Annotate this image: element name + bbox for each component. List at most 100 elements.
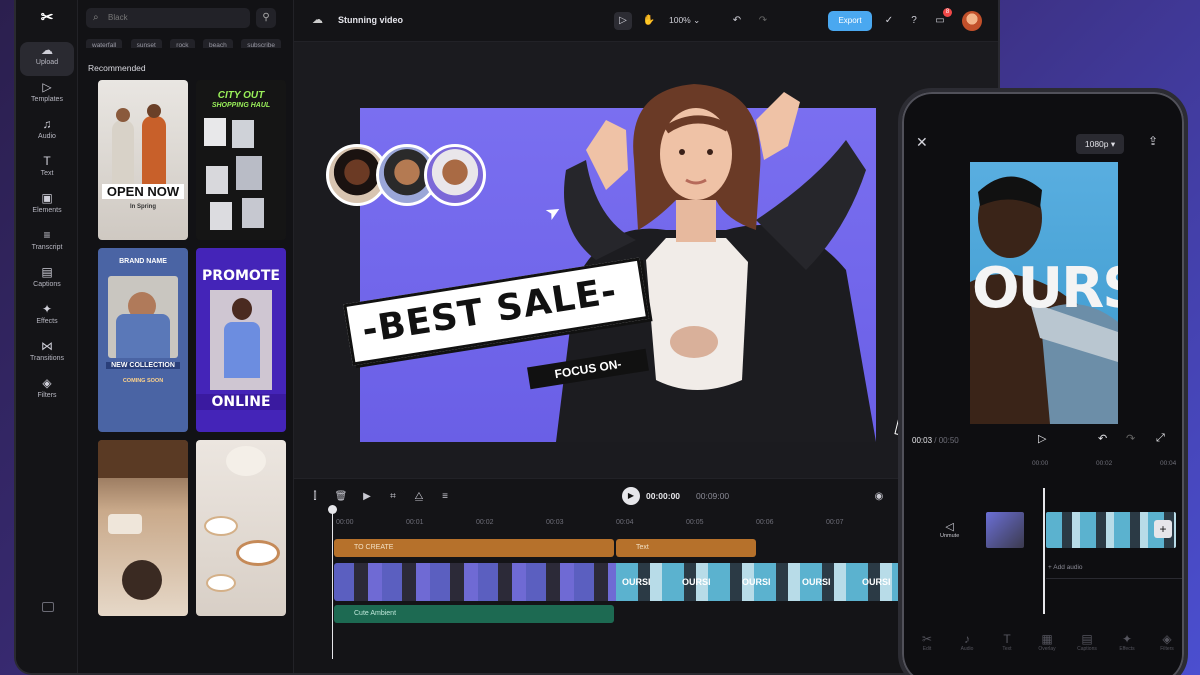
- keyword-chips: waterfall sunset rock beach subscribe: [86, 34, 286, 48]
- delete-icon[interactable]: 🗑: [334, 489, 348, 505]
- captions-icon[interactable]: ≡: [438, 489, 452, 505]
- rail-item-filters[interactable]: ◈ Filters: [20, 375, 74, 409]
- audio-clip-cute-ambient[interactable]: Cute Ambient: [334, 605, 614, 623]
- fullscreen-icon[interactable]: ⤢: [1156, 432, 1165, 445]
- crop-icon[interactable]: ⌗: [386, 489, 400, 505]
- chip-subscribe[interactable]: subscribe: [241, 39, 282, 48]
- card-open-now-title: OPEN NOW: [102, 184, 184, 199]
- search-icon: ⌕: [93, 12, 99, 23]
- card-shopping-haul: SHOPPING HAUL: [211, 102, 271, 109]
- mobile-tool-effects[interactable]: ✦ Effects: [1110, 632, 1144, 652]
- add-clip-button[interactable]: +: [1154, 520, 1172, 538]
- text-clip-text[interactable]: Text: [616, 539, 756, 557]
- rail-item-text[interactable]: T Text: [20, 153, 74, 187]
- mobile-tool-filters[interactable]: ◈ Filters: [1150, 632, 1184, 652]
- card-city-out-title: CITY OUT: [217, 90, 265, 101]
- flip-icon[interactable]: ⧋: [412, 489, 426, 505]
- mobile-undo-icon[interactable]: ↶: [1098, 432, 1107, 445]
- chip-rock[interactable]: rock: [170, 39, 195, 48]
- template-card-open-now[interactable]: OPEN NOW In Spring: [98, 80, 188, 240]
- ruler-tick: 00:01: [406, 519, 424, 526]
- mobile-play-icon[interactable]: ▷: [1038, 432, 1046, 445]
- rail-item-elements[interactable]: ▣ Elements: [20, 190, 74, 224]
- captions-icon: ▤: [1081, 632, 1093, 646]
- export-button[interactable]: Export: [828, 11, 872, 31]
- effects-icon: ✦: [1121, 632, 1133, 646]
- mobile-redo-icon[interactable]: ↷: [1126, 432, 1135, 445]
- ruler-tick: 00:03: [546, 519, 564, 526]
- play-button[interactable]: ▶: [622, 487, 640, 505]
- chip-beach[interactable]: beach: [203, 39, 233, 48]
- zoom-value: 100%: [669, 15, 691, 25]
- audio-track-line: [1046, 578, 1182, 579]
- audio-icon: ♫: [42, 117, 52, 131]
- template-card-brand-name[interactable]: BRAND NAME NEW COLLECTION COMING SOON: [98, 248, 188, 432]
- zoom-level[interactable]: 100% ⌄: [669, 15, 700, 26]
- rail-item-label: Templates: [31, 96, 63, 103]
- rail-item-upload[interactable]: ☁ Upload: [20, 42, 74, 76]
- split-icon[interactable]: ⫿: [308, 489, 322, 505]
- mobile-tool-label: Effects: [1119, 646, 1135, 652]
- hand-tool-icon[interactable]: ✋: [640, 12, 658, 30]
- mobile-ruler[interactable]: 00:00 00:02 00:04: [1032, 460, 1184, 470]
- template-card-promote[interactable]: PROMOTE ONLINE: [196, 248, 286, 432]
- mobile-tool-captions[interactable]: ▤ Captions: [1070, 632, 1104, 652]
- template-card-interior[interactable]: [98, 440, 188, 616]
- template-card-city-out[interactable]: CITY OUT SHOPPING HAUL: [196, 80, 286, 240]
- captions-icon: ▤: [41, 265, 53, 279]
- user-avatar[interactable]: [962, 11, 982, 31]
- ruler-tick: 00:06: [756, 519, 774, 526]
- card-open-now-sub: In Spring: [130, 204, 156, 210]
- clip-thumb-label: OURSI: [802, 577, 831, 587]
- mobile-total-time: 00:50: [938, 436, 959, 445]
- help-icon[interactable]: ?: [906, 13, 922, 29]
- chip-sunset[interactable]: sunset: [130, 39, 162, 48]
- share-upload-icon[interactable]: ⇪: [1148, 134, 1158, 148]
- rail-item-label: Transitions: [30, 355, 64, 362]
- rail-item-audio[interactable]: ♫ Audio: [20, 116, 74, 150]
- mobile-video-preview[interactable]: OURSI: [970, 162, 1118, 424]
- playhead-handle[interactable]: [328, 505, 337, 514]
- video-preview[interactable]: ➤ -BEST SALE- FOCUS ON- ✦: [326, 84, 966, 449]
- ruler-tick: 00:05: [686, 519, 704, 526]
- mobile-playhead[interactable]: [1043, 488, 1045, 614]
- keyboard-shortcuts-icon[interactable]: [42, 602, 54, 612]
- resolution-selector[interactable]: 1080p ▾: [1076, 134, 1124, 154]
- oursi-overlay-text[interactable]: OURSI: [972, 256, 1118, 321]
- timeline-playhead[interactable]: [332, 509, 333, 659]
- collaborator-avatar-3[interactable]: [424, 144, 486, 206]
- template-card-food[interactable]: [196, 440, 286, 616]
- undo-icon[interactable]: ↶: [728, 12, 746, 30]
- cloud-sync-icon[interactable]: ☁: [312, 13, 323, 26]
- template-search-input[interactable]: ⌕ Black: [86, 8, 250, 28]
- filter-button[interactable]: ⚲: [256, 8, 276, 28]
- app-logo-icon[interactable]: ✂: [36, 8, 58, 26]
- preview-eye-icon[interactable]: ◉: [872, 489, 886, 505]
- freeze-icon[interactable]: ▶: [360, 489, 374, 505]
- overlay-icon: ▦: [1041, 632, 1053, 646]
- pointer-tool-icon[interactable]: ▷: [614, 12, 632, 30]
- project-title[interactable]: Stunning video: [338, 15, 403, 25]
- chip-waterfall[interactable]: waterfall: [86, 39, 123, 48]
- rail-item-transitions[interactable]: ⋈ Transitions: [20, 338, 74, 372]
- filters-icon: ◈: [42, 376, 52, 390]
- mobile-tool-edit[interactable]: ✂ Edit: [910, 632, 944, 652]
- mobile-tool-audio[interactable]: ♪ Audio: [950, 632, 984, 652]
- mobile-tool-text[interactable]: T Text: [990, 632, 1024, 652]
- redo-icon[interactable]: ↷: [754, 12, 772, 30]
- rail-item-templates[interactable]: ▷ Templates: [20, 79, 74, 113]
- mobile-tool-label: Audio: [960, 646, 974, 652]
- text-clip-to-create[interactable]: TO CREATE: [334, 539, 614, 557]
- close-icon[interactable]: ✕: [916, 134, 928, 151]
- speaker-icon: ◁: [945, 521, 954, 533]
- rail-item-captions[interactable]: ▤ Captions: [20, 264, 74, 298]
- shield-check-icon[interactable]: ✓: [881, 13, 897, 29]
- asset-panel: ⌕ Black ⚲ waterfall sunset rock beach su…: [78, 0, 294, 673]
- transitions-icon: ⋈: [41, 339, 53, 353]
- mobile-clip-cover[interactable]: [986, 512, 1024, 548]
- rail-item-effects[interactable]: ✦ Effects: [20, 301, 74, 335]
- add-audio-button[interactable]: + Add audio: [1048, 564, 1083, 571]
- rail-item-transcript[interactable]: ≡ Transcript: [20, 227, 74, 261]
- unmute-button[interactable]: ◁ Unmute: [940, 520, 959, 539]
- mobile-tool-overlay[interactable]: ▦ Overlay: [1030, 632, 1064, 652]
